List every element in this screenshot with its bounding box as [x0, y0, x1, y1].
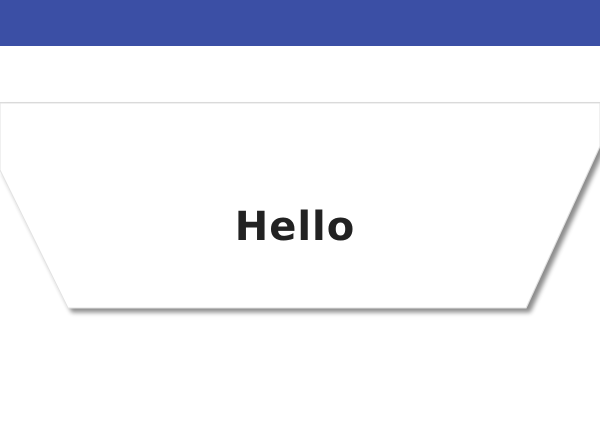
- card-container: Hello: [0, 102, 600, 309]
- card-label: Hello: [235, 204, 356, 250]
- app-window: Hello: [0, 0, 600, 424]
